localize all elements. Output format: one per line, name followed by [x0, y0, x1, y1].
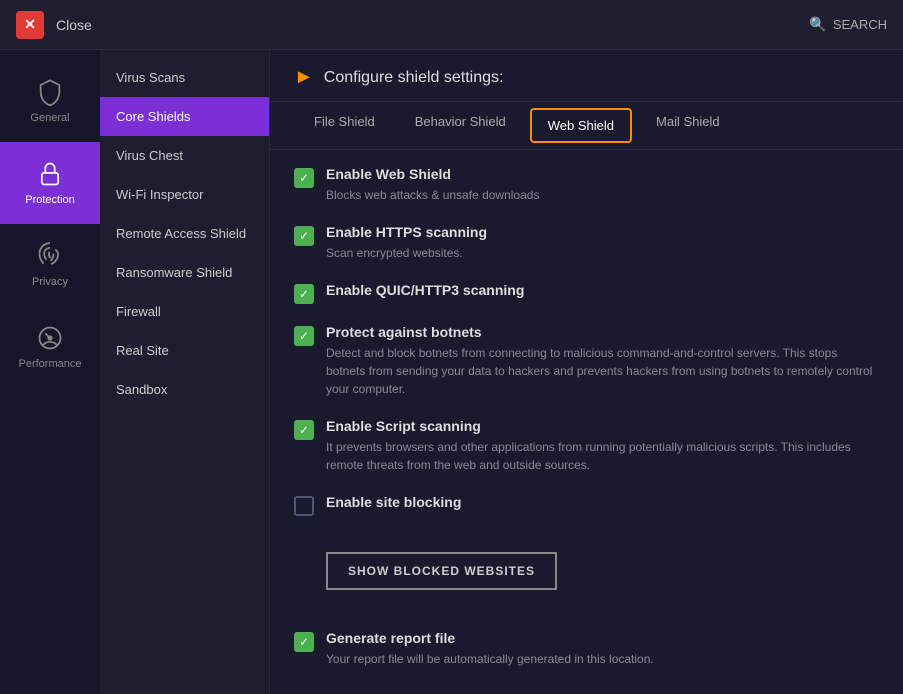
- sidebar-item-ransomware[interactable]: Ransomware Shield: [100, 253, 269, 292]
- close-button[interactable]: ✕: [16, 11, 44, 39]
- performance-label: Performance: [19, 358, 82, 370]
- shield-icon: [36, 78, 64, 106]
- setting-botnets: ✓ Protect against botnets Detect and blo…: [294, 324, 879, 398]
- setting-script-scanning: ✓ Enable Script scanning It prevents bro…: [294, 418, 879, 474]
- setting-text-web-shield: Enable Web Shield Blocks web attacks & u…: [326, 166, 539, 204]
- sidebar-item-core-shields[interactable]: Core Shields: [100, 97, 269, 136]
- sidebar-item-privacy[interactable]: Privacy: [0, 224, 100, 306]
- main-layout: General Protection Privacy: [0, 50, 903, 694]
- setting-title-site-blocking: Enable site blocking: [326, 494, 461, 510]
- show-blocked-button[interactable]: SHOW BLOCKED WEBSITES: [326, 552, 557, 590]
- title-bar: ✕ Close 🔍 SEARCH: [0, 0, 903, 50]
- sidebar-item-real-site[interactable]: Real Site: [100, 331, 269, 370]
- setting-desc-report: Your report file will be automatically g…: [326, 650, 654, 668]
- setting-enable-web-shield: ✓ Enable Web Shield Blocks web attacks &…: [294, 166, 879, 204]
- window-title: Close: [56, 17, 92, 33]
- icon-sidebar: General Protection Privacy: [0, 50, 100, 694]
- content-area: ► Configure shield settings: File Shield…: [270, 50, 903, 694]
- search-area[interactable]: 🔍 SEARCH: [809, 16, 887, 33]
- sidebar-item-general[interactable]: General: [0, 60, 100, 142]
- setting-text-script: Enable Script scanning It prevents brows…: [326, 418, 879, 474]
- search-label: SEARCH: [833, 17, 887, 32]
- sidebar-item-wifi-inspector[interactable]: Wi-Fi Inspector: [100, 175, 269, 214]
- checkbox-site-blocking[interactable]: [294, 496, 314, 516]
- setting-title-quic: Enable QUIC/HTTP3 scanning: [326, 282, 524, 298]
- tab-web-shield[interactable]: Web Shield: [530, 108, 632, 143]
- sidebar-item-remote-access[interactable]: Remote Access Shield: [100, 214, 269, 253]
- setting-generate-report: ✓ Generate report file Your report file …: [294, 630, 879, 668]
- sidebar-item-sandbox[interactable]: Sandbox: [100, 370, 269, 409]
- setting-quic: ✓ Enable QUIC/HTTP3 scanning: [294, 282, 879, 304]
- checkbox-quic[interactable]: ✓: [294, 284, 314, 304]
- tab-behavior-shield[interactable]: Behavior Shield: [395, 102, 526, 149]
- checkbox-script-scanning[interactable]: ✓: [294, 420, 314, 440]
- setting-text-report: Generate report file Your report file wi…: [326, 630, 654, 668]
- setting-text-https: Enable HTTPS scanning Scan encrypted web…: [326, 224, 487, 262]
- speedometer-icon: [36, 324, 64, 352]
- configure-header: ► Configure shield settings:: [270, 50, 903, 102]
- sidebar-item-firewall[interactable]: Firewall: [100, 292, 269, 331]
- general-label: General: [30, 112, 69, 124]
- lock-icon: [36, 160, 64, 188]
- sidebar-item-protection[interactable]: Protection: [0, 142, 100, 224]
- tab-file-shield[interactable]: File Shield: [294, 102, 395, 149]
- privacy-label: Privacy: [32, 276, 68, 288]
- generate-report-section: ✓ Generate report file Your report file …: [270, 630, 903, 694]
- search-icon: 🔍: [809, 16, 826, 33]
- setting-title-https: Enable HTTPS scanning: [326, 224, 487, 240]
- arrow-right-icon: ►: [294, 66, 314, 89]
- tab-mail-shield[interactable]: Mail Shield: [636, 102, 740, 149]
- tabs-row: File Shield Behavior Shield Web Shield M…: [270, 102, 903, 150]
- setting-desc-https: Scan encrypted websites.: [326, 244, 487, 262]
- checkbox-botnets[interactable]: ✓: [294, 326, 314, 346]
- setting-text-site-blocking: Enable site blocking: [326, 494, 461, 514]
- setting-title-report: Generate report file: [326, 630, 654, 646]
- setting-text-botnets: Protect against botnets Detect and block…: [326, 324, 879, 398]
- protection-label: Protection: [25, 194, 75, 206]
- setting-title-web-shield: Enable Web Shield: [326, 166, 539, 182]
- sidebar-item-virus-chest[interactable]: Virus Chest: [100, 136, 269, 175]
- setting-title-botnets: Protect against botnets: [326, 324, 879, 340]
- setting-text-quic: Enable QUIC/HTTP3 scanning: [326, 282, 524, 302]
- fingerprint-icon: [36, 242, 64, 270]
- setting-site-blocking: Enable site blocking: [294, 494, 879, 516]
- sidebar-item-virus-scans[interactable]: Virus Scans: [100, 58, 269, 97]
- checkbox-generate-report[interactable]: ✓: [294, 632, 314, 652]
- settings-list: ✓ Enable Web Shield Blocks web attacks &…: [270, 150, 903, 552]
- setting-desc-web-shield: Blocks web attacks & unsafe downloads: [326, 186, 539, 204]
- checkbox-https-scanning[interactable]: ✓: [294, 226, 314, 246]
- configure-title: Configure shield settings:: [324, 69, 504, 87]
- setting-https-scanning: ✓ Enable HTTPS scanning Scan encrypted w…: [294, 224, 879, 262]
- title-bar-left: ✕ Close: [16, 11, 92, 39]
- setting-desc-botnets: Detect and block botnets from connecting…: [326, 344, 879, 398]
- secondary-sidebar: Virus Scans Core Shields Virus Chest Wi-…: [100, 50, 270, 694]
- sidebar-item-performance[interactable]: Performance: [0, 306, 100, 388]
- checkbox-enable-web-shield[interactable]: ✓: [294, 168, 314, 188]
- setting-desc-script: It prevents browsers and other applicati…: [326, 438, 879, 474]
- setting-title-script: Enable Script scanning: [326, 418, 879, 434]
